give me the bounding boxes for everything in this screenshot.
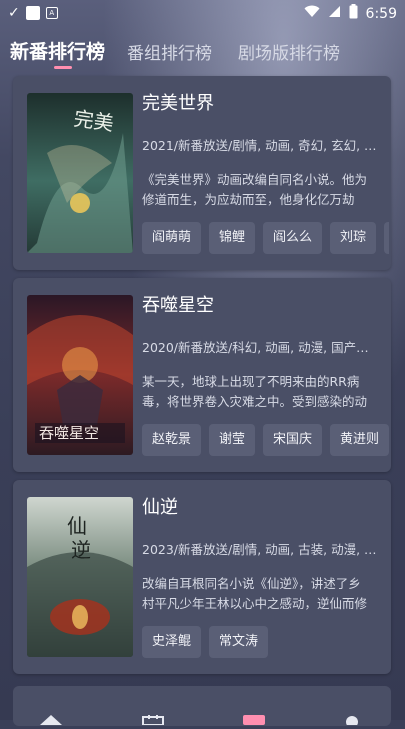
svg-text:逆: 逆 xyxy=(71,538,91,562)
item-description: 《完美世界》动画改编自同名小说。他为修道而生，为应劫而至，他身化亿万劫 xyxy=(142,172,368,207)
item-meta: 2021/新番放送/剧情, 动画, 奇幻, 玄幻, 玄幻 xyxy=(142,138,377,153)
cast-tags: 赵乾景 谢莹 宋国庆 黄进则 xyxy=(142,424,389,456)
clock-time: 6:59 xyxy=(365,5,397,22)
cast-tag[interactable]: 锦鲤 xyxy=(209,222,256,254)
item-description: 某一天，地球上出现了不明来由的RR病毒，将世界卷入灾难之中。受到感染的动物 xyxy=(142,374,368,409)
poster-image: 吞噬星空 xyxy=(27,295,133,455)
ranking-tabs: 新番排行榜 番组排行榜 剧场版排行榜 xyxy=(10,34,366,64)
cast-tag[interactable]: 宋国庆 xyxy=(263,424,323,456)
app-notification-icon xyxy=(25,6,40,20)
cast-tag[interactable]: 阎萌萌 xyxy=(142,222,202,254)
bottom-navigation xyxy=(0,704,405,728)
cast-tags: 史泽鲲 常文涛 xyxy=(142,626,389,658)
tab-movie-ranking[interactable]: 剧场版排行榜 xyxy=(238,39,340,64)
item-description: 改编自耳根同名小说《仙逆》，讲述了乡村平凡少年王林以心中之感动，逆仙而修 xyxy=(142,576,368,611)
tab-new-anime-ranking[interactable]: 新番排行榜 xyxy=(10,37,105,64)
check-icon: ✓ xyxy=(8,5,20,21)
poster-image: 完美 xyxy=(27,93,133,253)
item-title: 完美世界 xyxy=(142,93,214,114)
cast-tag[interactable]: 谢莹 xyxy=(209,424,256,456)
cast-tag[interactable]: 常文涛 xyxy=(209,626,269,658)
status-bar: ✓ A 6:59 xyxy=(0,0,405,26)
cast-tag[interactable]: 史泽鲲 xyxy=(142,626,202,658)
battery-icon xyxy=(349,4,358,23)
cast-tag[interactable]: 黄进则 xyxy=(330,424,389,456)
item-meta: 2023/新番放送/剧情, 动画, 古装, 动漫, 仙侠 xyxy=(142,542,377,557)
poster-image: 仙 逆 xyxy=(27,497,133,657)
signal-icon xyxy=(328,5,341,22)
cast-tags: 阎萌萌锦鲤阎么么刘琮李 xyxy=(142,222,389,254)
wifi-icon xyxy=(304,5,320,22)
cast-tag[interactable]: 阎么么 xyxy=(263,222,323,254)
svg-text:吞噬星空: 吞噬星空 xyxy=(39,424,99,442)
cast-tag[interactable]: 刘琮 xyxy=(330,222,377,254)
tab-series-ranking[interactable]: 番组排行榜 xyxy=(127,39,212,64)
active-tab-indicator xyxy=(54,66,72,69)
ranking-list: 完美 完美世界 2021/新番放送/剧情, 动画, 奇幻, 玄幻, 玄幻 《完美… xyxy=(13,76,391,682)
list-item[interactable]: 完美 完美世界 2021/新番放送/剧情, 动画, 奇幻, 玄幻, 玄幻 《完美… xyxy=(13,76,391,270)
item-meta: 2020/新番放送/科幻, 动画, 动漫, 国产动漫 xyxy=(142,340,377,355)
svg-text:仙: 仙 xyxy=(67,514,87,538)
cast-tag[interactable]: 赵乾景 xyxy=(142,424,202,456)
list-item[interactable]: 吞噬星空 吞噬星空 2020/新番放送/科幻, 动画, 动漫, 国产动漫 某一天… xyxy=(13,278,391,472)
item-title: 仙逆 xyxy=(142,497,178,518)
item-title: 吞噬星空 xyxy=(142,295,214,316)
font-notification-icon: A xyxy=(45,7,58,19)
cast-tag[interactable]: 李 xyxy=(384,222,389,254)
list-item[interactable]: 仙 逆 仙逆 2023/新番放送/剧情, 动画, 古装, 动漫, 仙侠 改编自耳… xyxy=(13,480,391,674)
